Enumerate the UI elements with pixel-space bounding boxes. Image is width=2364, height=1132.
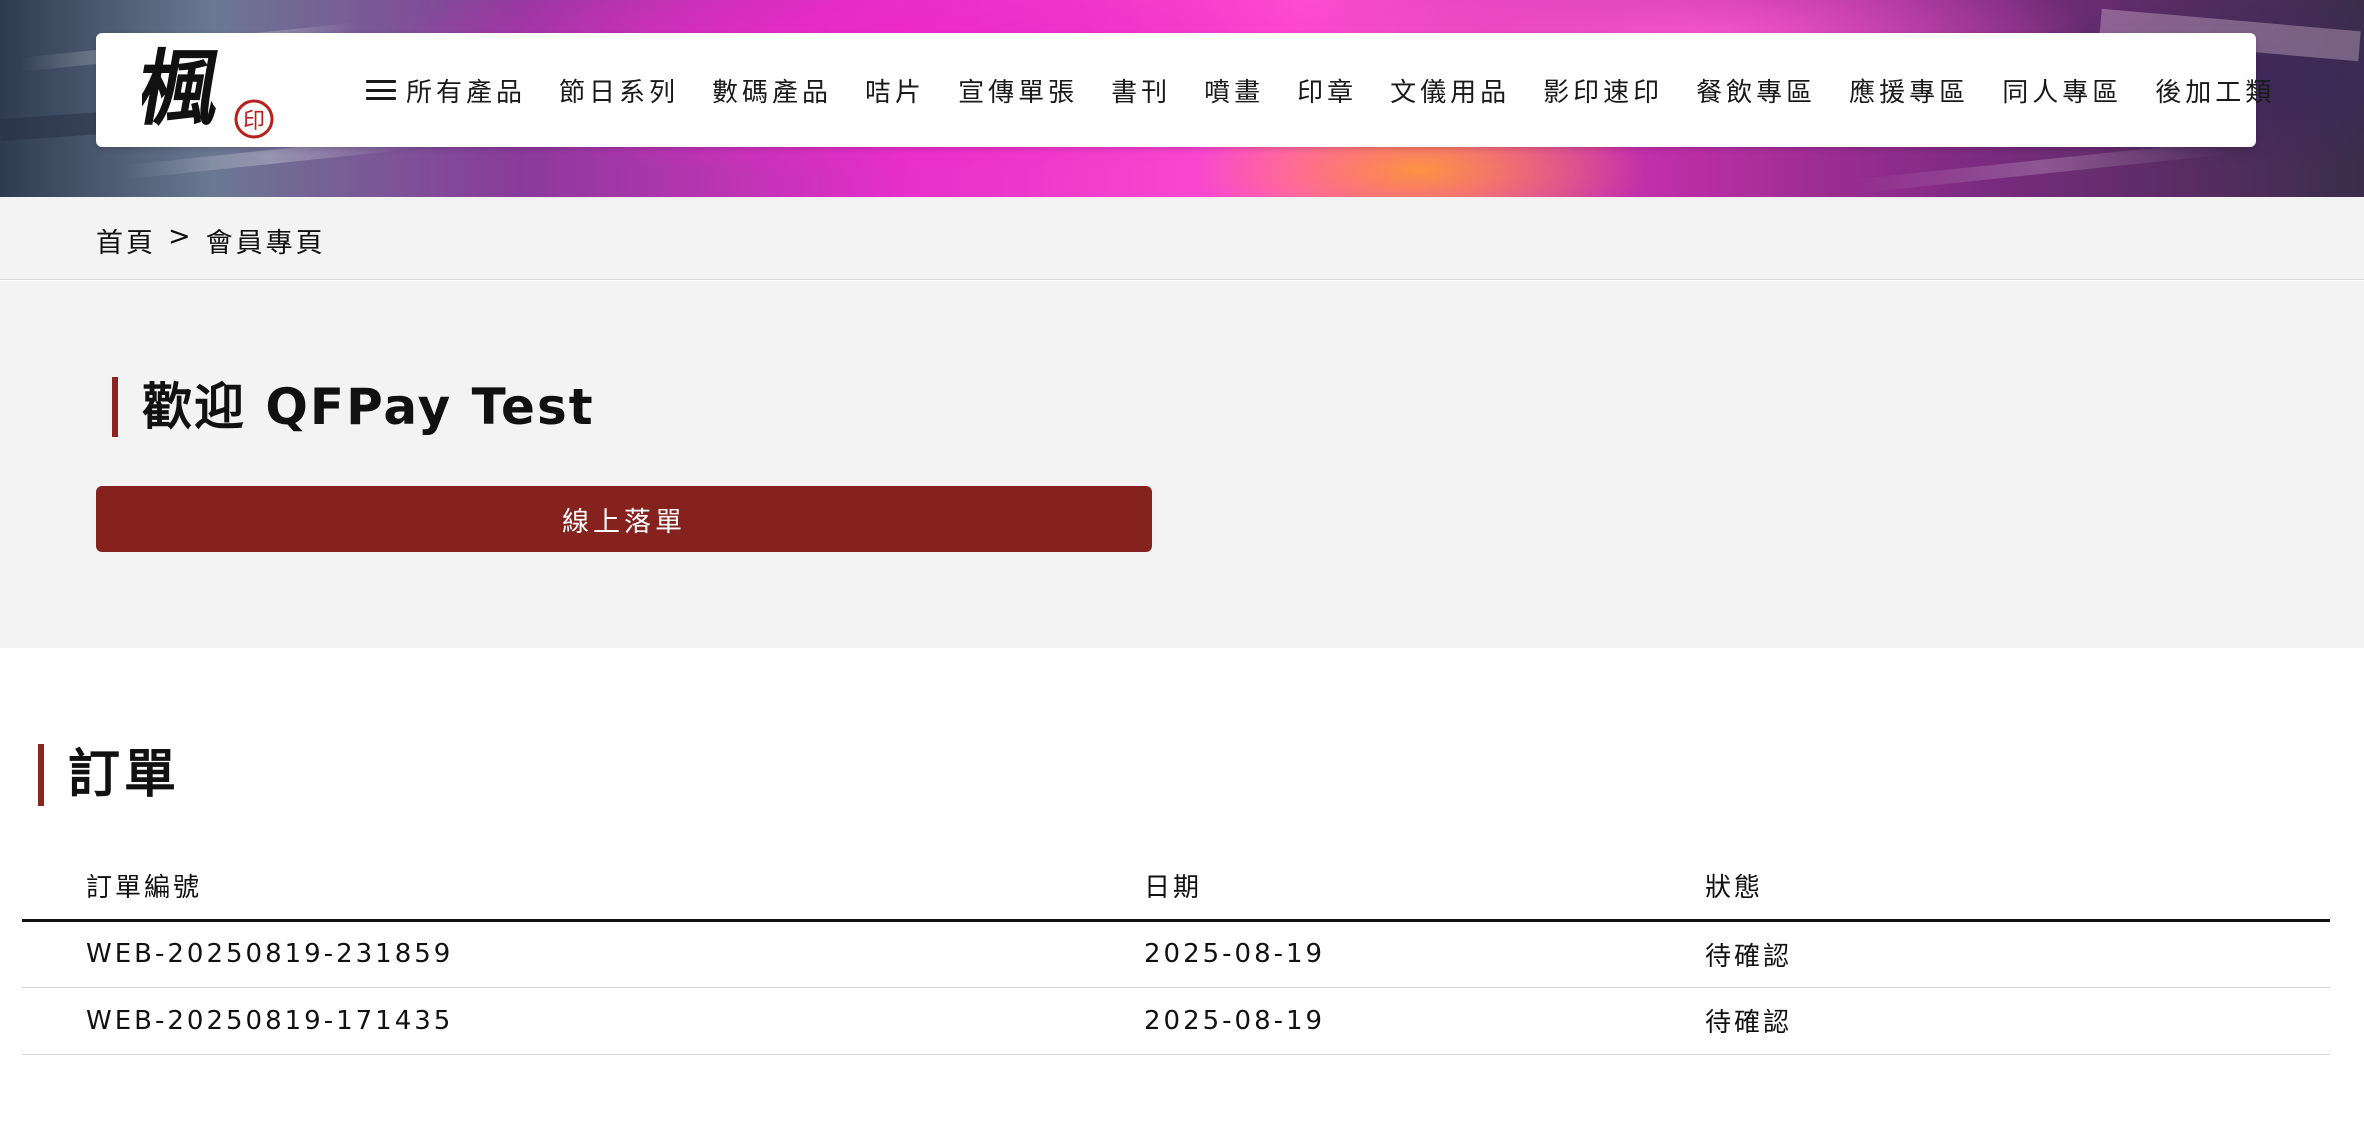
orders-title: 訂單 [38,744,180,806]
menu-icon[interactable] [366,78,396,102]
site-header: 楓 印 所有產品 節日系列 數碼產品 咭片 宣傳單張 書刊 噴畫 印章 文儀用品… [96,33,2271,147]
order-status: 待確認 [1705,920,2330,988]
breadcrumb-bar: 首頁 > 會員專頁 [0,197,2364,280]
column-header-status: 狀態 [1705,852,2330,922]
nav-item-post-processing[interactable]: 後加工類 [2155,72,2275,109]
nav-item-books[interactable]: 書刊 [1111,72,1171,109]
breadcrumb-home-link[interactable]: 首頁 [96,221,156,260]
logo-icon: 楓 印 [129,41,274,139]
order-date: 2025-08-19 [1144,987,1705,1055]
nav-item-label: 所有產品 [406,77,527,108]
nav-item-spray-painting[interactable]: 噴畫 [1204,72,1264,109]
nav-item-photocopy[interactable]: 影印速印 [1543,72,1663,109]
main-nav: 所有產品 節日系列 數碼產品 咭片 宣傳單張 書刊 噴畫 印章 文儀用品 影印速… [366,33,2275,147]
online-order-button[interactable]: 線上落單 [96,486,1152,552]
banner-decoration [1850,140,2230,194]
nav-item-stamps[interactable]: 印章 [1297,72,1357,109]
order-date: 2025-08-19 [1144,920,1705,988]
table-row[interactable]: WEB-20250819-171435 2025-08-19 待確認 [22,987,2330,1055]
breadcrumb: 首頁 > 會員專頁 [96,221,326,260]
welcome-title: 歡迎 QFPay Test [112,377,595,437]
nav-item-support[interactable]: 應援專區 [1849,72,1969,109]
order-number[interactable]: WEB-20250819-231859 [22,920,1144,988]
nav-item-doujin[interactable]: 同人專區 [2002,72,2122,109]
nav-item-stationery[interactable]: 文儀用品 [1390,72,1510,109]
nav-item-all-products[interactable]: 所有產品 [366,72,526,109]
breadcrumb-current: 會員專頁 [205,228,326,259]
orders-table: 訂單編號 日期 狀態 WEB-20250819-231859 2025-08-1… [22,852,2330,1055]
nav-item-catering[interactable]: 餐飲專區 [1696,72,1816,109]
order-number[interactable]: WEB-20250819-171435 [22,987,1144,1055]
table-row[interactable]: WEB-20250819-231859 2025-08-19 待確認 [22,920,2330,988]
nav-item-digital[interactable]: 數碼產品 [712,72,832,109]
site-logo[interactable]: 楓 印 [129,39,282,143]
nav-item-business-cards[interactable]: 咭片 [865,72,925,109]
welcome-section: 歡迎 QFPay Test 線上落單 [0,281,2364,648]
nav-item-flyers[interactable]: 宣傳單張 [958,72,1078,109]
column-header-date: 日期 [1144,852,1705,922]
column-header-order-number: 訂單編號 [22,852,1144,922]
logo-glyph: 楓 [142,41,228,137]
breadcrumb-separator: > [168,221,194,252]
logo-badge: 印 [243,109,265,134]
table-header-row: 訂單編號 日期 狀態 [22,852,2330,922]
nav-item-festival[interactable]: 節日系列 [559,72,679,109]
order-status: 待確認 [1705,987,2330,1055]
